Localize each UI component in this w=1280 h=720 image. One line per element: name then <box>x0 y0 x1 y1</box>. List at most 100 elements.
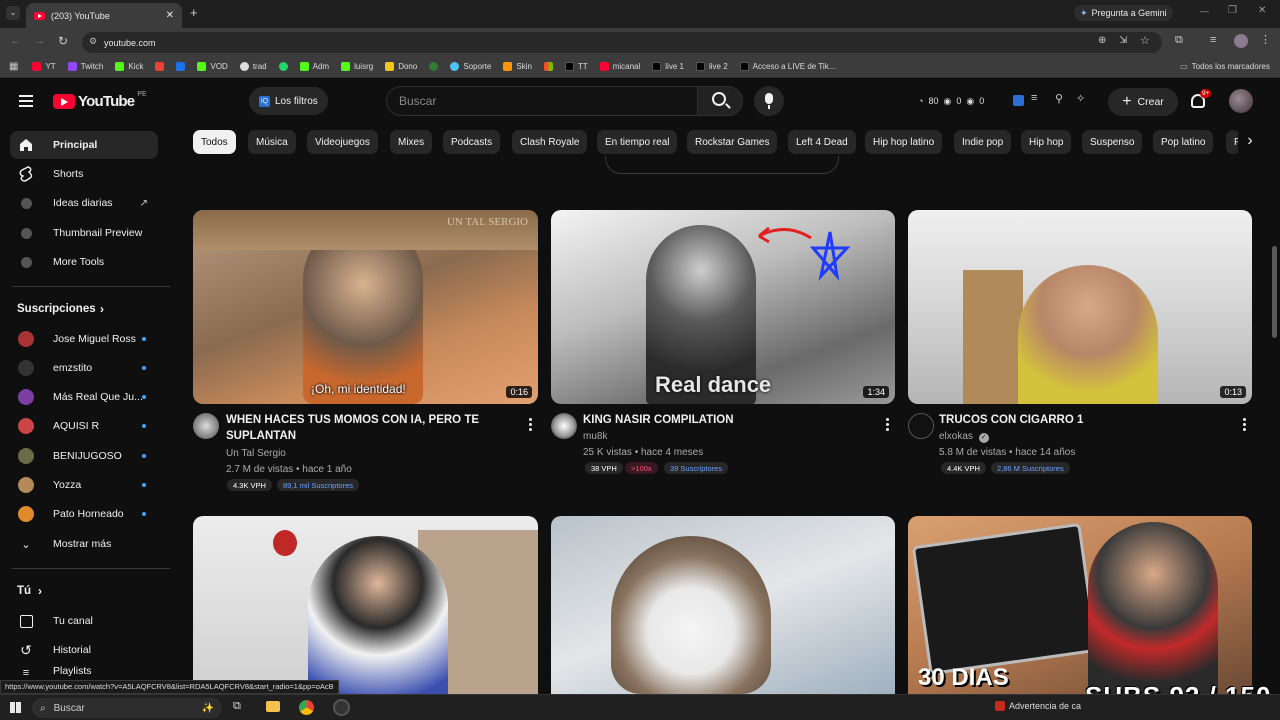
bookmark-green[interactable] <box>429 62 439 71</box>
channel-avatar[interactable] <box>193 413 219 439</box>
gemini-button[interactable]: ✦ Pregunta a Gemini <box>1074 5 1173 21</box>
sidebar-item-more-tools[interactable]: More Tools <box>10 248 158 276</box>
bookmark-vod[interactable]: VOD <box>197 62 228 71</box>
sidebar-sub-item[interactable]: Yozza <box>10 471 158 499</box>
back-icon[interactable]: ← <box>10 35 21 47</box>
taskbar-search[interactable]: ⌕ Buscar ✨ <box>32 698 222 718</box>
sidebar-item-your-channel[interactable]: Tu canal <box>10 607 158 635</box>
sidebar-item-playlists[interactable]: ≡ Playlists <box>10 665 158 677</box>
subscriptions-header[interactable]: Suscripciones › <box>10 295 158 323</box>
chip-todos[interactable]: Todos <box>193 130 236 154</box>
bookmark-trad[interactable]: trad <box>239 62 267 71</box>
video-title[interactable]: WHEN HACES TUS MOMOS CON IA, PERO TE SUP… <box>226 412 516 444</box>
bookmark-soporte[interactable]: Soporte <box>450 62 491 71</box>
zoom-icon[interactable]: ⊕ <box>1098 35 1106 46</box>
browser-menu-icon[interactable]: ⋮ <box>1260 33 1271 46</box>
bookmark-kick[interactable]: Kick <box>115 62 143 71</box>
maximize-icon[interactable]: ❐ <box>1228 5 1237 16</box>
tab-search-icon[interactable]: ≡ <box>1210 34 1216 46</box>
channel-avatar[interactable] <box>551 413 577 439</box>
warning-notification[interactable]: Advertencia de ca <box>995 701 1081 711</box>
youtube-logo[interactable]: YouTube PE <box>53 91 147 110</box>
video-thumbnail[interactable]: 0:13 <box>908 210 1252 404</box>
tab-list-icon[interactable]: ⌄ <box>6 6 20 20</box>
bookmark-yt[interactable]: YT <box>32 62 56 71</box>
channel-name[interactable]: elxokas ✓ <box>939 431 989 443</box>
chip-mixes[interactable]: Mixes <box>390 130 433 154</box>
bookmark-dono[interactable]: Dono <box>385 62 417 71</box>
bookmark-live2[interactable]: live 2 <box>695 62 728 71</box>
search-input[interactable]: Buscar <box>386 86 698 116</box>
chip-suspenso[interactable]: Suspenso <box>1082 130 1143 154</box>
site-info-icon[interactable]: ⚙ <box>89 36 97 47</box>
chip-hip-hop[interactable]: Hip hop <box>1021 130 1072 154</box>
forward-icon[interactable]: → <box>34 35 45 47</box>
notifications-button[interactable]: 9+ <box>1190 89 1212 111</box>
ext-tool-icon[interactable] <box>1013 95 1024 106</box>
account-avatar[interactable] <box>1229 89 1253 113</box>
video-thumbnail[interactable]: 30 DIAS <box>908 516 1252 694</box>
sidebar-item-history[interactable]: ↺ Historial <box>10 636 158 664</box>
chip-hip-hop-latino[interactable]: Hip hop latino <box>865 130 943 154</box>
reload-icon[interactable]: ↻ <box>58 34 68 48</box>
sidebar-sub-item[interactable]: AQUISI R <box>10 412 158 440</box>
bookmark-blue[interactable] <box>176 62 186 71</box>
bookmark-ms[interactable] <box>543 62 553 71</box>
partial-shelf-button[interactable] <box>605 156 839 174</box>
chip-en-tiempo-real[interactable]: En tiempo real <box>597 130 678 154</box>
channel-name[interactable]: Un Tal Sergio <box>226 448 286 459</box>
bookmark-star-icon[interactable]: ☆ <box>1140 34 1150 47</box>
extensions-icon[interactable]: ⧉ <box>1175 34 1183 47</box>
sparkle-icon[interactable]: ✧ <box>1076 92 1085 105</box>
profile-avatar[interactable] <box>1234 34 1248 48</box>
address-bar[interactable]: ⚙ youtube.com ⊕ ⇲ ☆ <box>82 32 1162 53</box>
bookmark-skin[interactable]: Skin <box>503 62 532 71</box>
sidebar-item-thumbnail-preview[interactable]: Thumbnail Preview <box>10 219 158 247</box>
chrome-icon[interactable] <box>299 700 314 715</box>
chip-clash-royale[interactable]: Clash Royale <box>512 130 588 154</box>
file-explorer-icon[interactable] <box>266 701 280 712</box>
chip-videojuegos[interactable]: Videojuegos <box>307 130 378 154</box>
chip-rockstar-games[interactable]: Rockstar Games <box>687 130 778 154</box>
all-bookmarks[interactable]: ▭ Todos los marcadores <box>1180 62 1270 71</box>
chips-next-button[interactable]: › <box>1238 130 1262 154</box>
filters-button[interactable]: iQ Los filtros <box>249 87 328 115</box>
bell-settings-icon[interactable]: ⚲ <box>1055 92 1063 105</box>
bookmark-gmail[interactable] <box>155 62 165 71</box>
sidebar-sub-item[interactable]: BENIJUGOSO <box>10 442 158 470</box>
video-title[interactable]: TRUCOS CON CIGARRO 1 <box>939 412 1229 428</box>
chip-pop-latino[interactable]: Pop latino <box>1153 130 1214 154</box>
chip-left-4-dead[interactable]: Left 4 Dead <box>788 130 856 154</box>
obs-icon[interactable] <box>333 699 350 716</box>
bookmark-micanal[interactable]: micanal <box>599 62 640 71</box>
new-tab-icon[interactable]: + <box>190 5 198 20</box>
apps-icon[interactable]: ▦ <box>9 61 18 72</box>
you-header[interactable]: Tú › <box>10 577 158 605</box>
create-button[interactable]: + Crear <box>1108 88 1178 116</box>
chip-musica[interactable]: Música <box>248 130 296 154</box>
show-more-button[interactable]: ⌄ Mostrar más <box>10 530 158 558</box>
extension-stats[interactable]: ◔ 80 ◉ 0 ◉ 0 <box>918 91 984 111</box>
guide-menu-icon[interactable] <box>19 95 33 107</box>
video-thumbnail[interactable]: UN TAL SERGIO ¡Oh, mi identidad! 0:16 <box>193 210 538 404</box>
sidebar-sub-item[interactable]: emzstito <box>10 354 158 382</box>
sidebar-item-principal[interactable]: Principal <box>10 131 158 159</box>
bookmark-adm[interactable]: Adm <box>299 62 329 71</box>
video-thumbnail[interactable]: Real dance 1:34 <box>551 210 895 404</box>
close-tab-icon[interactable]: ✕ <box>166 10 174 21</box>
voice-search-button[interactable] <box>754 86 784 116</box>
browser-tab[interactable]: (203) YouTube ✕ <box>26 3 182 28</box>
page-scrollbar[interactable] <box>1272 246 1277 338</box>
video-menu-icon[interactable] <box>1243 418 1246 431</box>
chip-indie-pop[interactable]: Indie pop <box>954 130 1012 154</box>
task-view-icon[interactable]: ⧉ <box>233 700 241 713</box>
list-tool-icon[interactable]: ≡ <box>1031 92 1037 104</box>
bookmark-whatsapp[interactable] <box>278 62 288 71</box>
sidebar-sub-item[interactable]: Más Real Que Ju... <box>10 383 158 411</box>
video-menu-icon[interactable] <box>529 418 532 431</box>
bookmark-twitch[interactable]: Twitch <box>67 62 103 71</box>
sidebar-item-shorts[interactable]: Shorts <box>10 160 158 188</box>
windows-start-icon[interactable] <box>10 702 21 713</box>
close-window-icon[interactable]: ✕ <box>1258 5 1266 16</box>
chip-podcasts[interactable]: Podcasts <box>443 130 501 154</box>
